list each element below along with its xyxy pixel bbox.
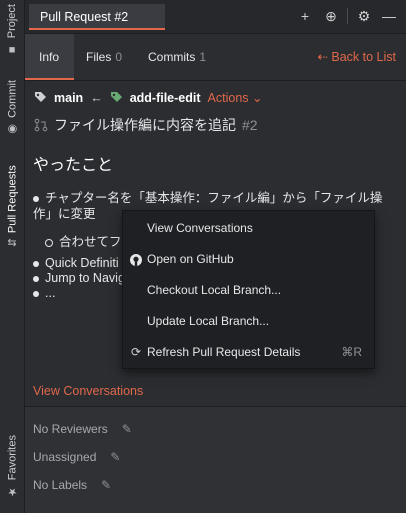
assignee-value: Unassigned <box>33 450 97 464</box>
head-branch: add-file-edit <box>129 90 201 105</box>
tab-label: Files <box>86 50 112 64</box>
tag-icon <box>110 92 122 102</box>
description-item: Jump to Navig <box>33 271 125 285</box>
description-item: ... <box>33 286 55 300</box>
bullet <box>33 275 39 282</box>
refresh-icon: ⟳ <box>130 345 142 359</box>
commit-icon: ◉ <box>6 122 19 136</box>
menu-item-shortcut: ⌘R <box>341 345 362 359</box>
side-tab-project[interactable]: ■ Project <box>0 4 24 56</box>
gear-icon[interactable]: ⚙ <box>355 6 373 26</box>
menu-item-open-on-github[interactable]: Open on GitHub <box>123 245 374 273</box>
tab-info[interactable]: Info <box>25 34 74 80</box>
tab-files[interactable]: Files 0 <box>86 34 122 80</box>
tab-count: 1 <box>199 50 207 64</box>
side-tab-label: Favorites <box>6 435 18 481</box>
description-item-text: Jump to Navig <box>45 271 125 285</box>
menu-item-label: Update Local Branch... <box>147 314 270 328</box>
pr-number: #2 <box>242 117 258 133</box>
menu-item-update-local-branch[interactable]: Update Local Branch... <box>123 307 374 335</box>
pull-request-icon: ⇵ <box>6 237 19 248</box>
labels-value: No Labels <box>33 478 88 492</box>
github-icon <box>129 245 143 273</box>
tool-window-header: Pull Request #2 + ⊕ ⚙ — <box>25 0 406 34</box>
tab-commits[interactable]: Commits 1 <box>148 34 206 80</box>
side-tab-pull-requests[interactable]: ⇵ Pull Requests <box>0 160 24 252</box>
folder-icon: ■ <box>6 43 18 56</box>
side-tab-label: Pull Requests <box>6 164 18 233</box>
minimize-icon[interactable]: — <box>380 6 398 26</box>
tag-icon <box>35 92 46 102</box>
assignee-row: Unassigned ✎ <box>33 450 120 464</box>
side-tab-commit[interactable]: ◉ Commit <box>0 80 24 136</box>
actions-dropdown[interactable]: Actions ⌄ <box>208 90 263 105</box>
side-tab-label: Commit <box>6 80 18 118</box>
menu-item-label: View Conversations <box>147 221 253 235</box>
base-branch: main <box>54 90 84 105</box>
reviewers-value: No Reviewers <box>33 422 108 436</box>
bullet <box>33 195 39 202</box>
edit-assignee-icon[interactable]: ✎ <box>110 450 120 464</box>
description-subitem: 合わせてフ <box>45 231 122 250</box>
view-conversations-link[interactable]: View Conversations <box>33 384 143 398</box>
bullet <box>45 238 53 247</box>
tool-window-strip: ■ Project ◉ Commit ⇵ Pull Requests ★ Favorit… <box>0 0 25 513</box>
back-to-list-link[interactable]: ⇠ Back to List <box>317 34 396 80</box>
menu-item-checkout-local-branch[interactable]: Checkout Local Branch... <box>123 276 374 304</box>
pr-title: ファイル操作編に内容を追記 <box>54 117 236 133</box>
menu-item-refresh-details[interactable]: ⟳ Refresh Pull Request Details ⌘R <box>123 338 374 366</box>
reviewers-row: No Reviewers ✎ <box>33 422 132 436</box>
pr-metadata: No Reviewers ✎ Unassigned ✎ No Labels ✎ <box>25 407 406 513</box>
details-tabbar: Info Files 0 Commits 1 ⇠ Back to List <box>25 34 406 81</box>
side-tab-label: Project <box>6 4 18 39</box>
pr-title-row: ファイル操作編に内容を追記 #2 <box>34 115 258 135</box>
pull-request-icon <box>34 118 48 132</box>
description-item-text: Quick Definiti <box>45 256 119 270</box>
tab-label: Commits <box>148 50 196 64</box>
labels-row: No Labels ✎ <box>33 478 111 492</box>
menu-item-label: Checkout Local Branch... <box>147 283 282 297</box>
tab-label: Info <box>39 50 60 64</box>
description-heading: やったこと <box>33 157 114 174</box>
star-icon: ★ <box>6 485 19 499</box>
edit-reviewers-icon[interactable]: ✎ <box>122 422 132 436</box>
side-tab-favorites[interactable]: ★ Favorites <box>0 432 24 502</box>
description-item: Quick Definiti <box>33 256 119 270</box>
menu-item-label: Open on GitHub <box>147 252 234 266</box>
branch-arrow: ← <box>90 90 103 105</box>
pull-request-tab[interactable]: Pull Request #2 <box>29 4 165 30</box>
menu-item-view-conversations[interactable]: View Conversations <box>123 214 374 242</box>
tab-count: 0 <box>115 50 123 64</box>
description-item-text: ... <box>45 286 56 300</box>
target-icon[interactable]: ⊕ <box>322 6 340 26</box>
actions-menu: View Conversations Open on GitHub Checko… <box>122 210 375 369</box>
edit-labels-icon[interactable]: ✎ <box>101 478 111 492</box>
bullet <box>33 260 39 267</box>
divider <box>347 8 348 24</box>
bullet <box>33 290 39 297</box>
description-subitem-text: 合わせてフ <box>59 235 122 249</box>
add-icon[interactable]: + <box>296 6 314 26</box>
menu-item-label: Refresh Pull Request Details <box>147 345 301 359</box>
branch-row: main ← add-file-edit Actions ⌄ <box>34 90 262 105</box>
